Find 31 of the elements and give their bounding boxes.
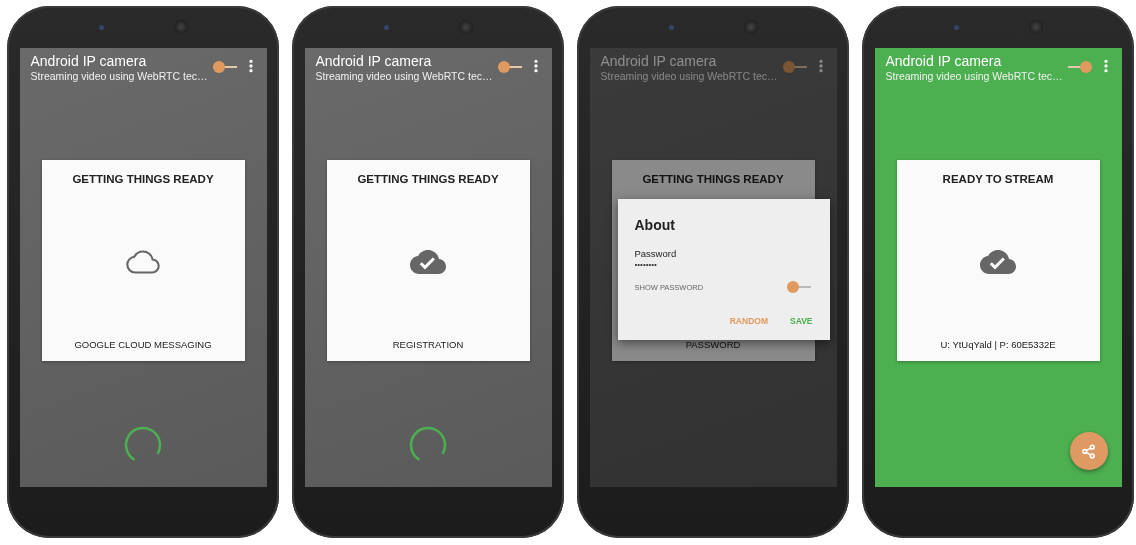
status-caption: GOOGLE CLOUD MESSAGING (74, 339, 212, 350)
camera-lens-icon (98, 24, 104, 30)
app-subtitle: Streaming video using WebRTC tec… (315, 70, 494, 82)
password-input[interactable]: •••••••• (634, 260, 675, 269)
status-title: READY TO STREAM (942, 173, 1054, 185)
show-password-switch[interactable] (786, 281, 811, 293)
speaker-grille-icon (1028, 20, 1043, 34)
dialog-title: About (634, 217, 676, 233)
status-caption: REGISTRATION (392, 339, 464, 350)
dialog-button[interactable]: RANDOM (729, 314, 768, 328)
status-title: GETTING THINGS READY (642, 173, 784, 185)
camera-lens-icon (668, 24, 674, 30)
share-icon (1081, 443, 1096, 459)
status-title: GETTING THINGS READY (357, 173, 499, 185)
speaker-grille-icon (458, 20, 473, 34)
camera-lens-icon (953, 24, 959, 30)
app-subtitle: Streaming video using WebRTC tec… (30, 70, 209, 82)
app-subtitle: Streaming video using WebRTC tec… (600, 70, 779, 82)
app-title: Android IP camera (885, 53, 1003, 69)
app-title: Android IP camera (315, 53, 433, 69)
camera-lens-icon (383, 24, 389, 30)
status-caption: U: YtUqYald | P: 60E5332E (940, 339, 1056, 350)
password-label: Password (634, 248, 678, 259)
app-title: Android IP camera (30, 53, 148, 69)
speaker-grille-icon (173, 20, 188, 34)
status-caption: PASSWORD (685, 339, 741, 350)
status-title: GETTING THINGS READY (72, 173, 214, 185)
app-subtitle: Streaming video using WebRTC tec… (885, 70, 1064, 82)
app-title: Android IP camera (600, 53, 718, 69)
speaker-grille-icon (743, 20, 758, 34)
dialog-button[interactable]: SAVE (789, 314, 813, 328)
